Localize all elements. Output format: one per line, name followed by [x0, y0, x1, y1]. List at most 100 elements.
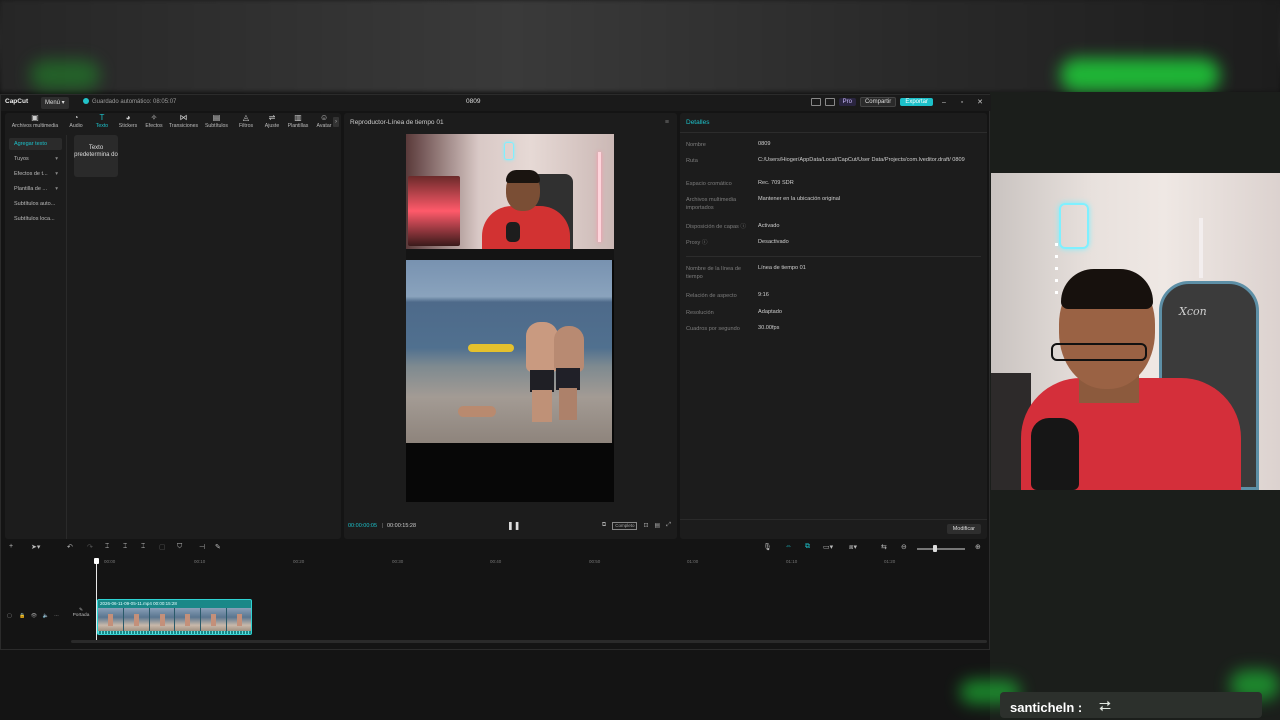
playhead[interactable]: [96, 558, 97, 640]
maximize-button[interactable]: ▫: [955, 99, 969, 106]
tool-audio[interactable]: ◔ Audio: [63, 113, 89, 133]
zoom-icon[interactable]: ⊡: [643, 522, 648, 530]
zoom-fit-icon[interactable]: ⇆: [881, 543, 887, 551]
side-item-text-effects[interactable]: Efectos de t... ▾: [9, 168, 62, 180]
side-item-yours[interactable]: Tuyos ▾: [9, 153, 62, 165]
crop-icon[interactable]: ⧉: [602, 522, 606, 530]
assets-panel: ▣ Archivos multimedia ◔ Audio T Texto ◕ Stic…: [5, 113, 341, 539]
tool-adjust[interactable]: ⇌ Ajuste: [259, 113, 285, 133]
microphone-icon[interactable]: 🎙: [763, 543, 772, 551]
track-controls: ▢ 🔒 👁 🔈 ⋯: [7, 613, 59, 619]
retweet-icon: ⮂: [1099, 698, 1112, 715]
pro-button[interactable]: Pro: [838, 98, 856, 106]
player-panel: Reproductor-Línea de tiempo 01 ≡ 00:00:0…: [344, 113, 677, 539]
auto-cut-icon[interactable]: ✎: [215, 543, 221, 551]
tool-label: Plantillas: [287, 123, 309, 129]
select-tool-icon[interactable]: ➤▾: [31, 543, 40, 551]
side-item-text-template[interactable]: Plantilla de ... ▾: [9, 183, 62, 195]
clip-thumbnail: [123, 608, 150, 631]
timeline-scrollbar[interactable]: [71, 640, 987, 643]
chevron-down-icon: ▾: [55, 186, 58, 192]
video-preview[interactable]: [406, 134, 614, 502]
capcut-logo: CapCut: [5, 98, 29, 105]
close-button[interactable]: ✕: [973, 98, 987, 106]
display-icon[interactable]: ▤: [655, 522, 661, 530]
freeze-icon[interactable]: ⊣: [199, 543, 205, 551]
toolbar-scroll-icon[interactable]: ›: [333, 117, 339, 127]
zoom-in-icon[interactable]: ⊕: [975, 543, 981, 551]
menu-icon[interactable]: ≡: [665, 119, 669, 126]
side-item-local-subtitles[interactable]: Subtítulos loca...: [9, 213, 62, 225]
redo-icon[interactable]: ↷: [87, 543, 93, 551]
detail-key: Proxy ⓘ: [686, 240, 708, 246]
magnet-icon[interactable]: ⧉: [805, 543, 810, 551]
fullscreen-icon[interactable]: ⤢: [666, 522, 671, 530]
video-clip[interactable]: 2026-06-11-09-05-11.mp4 00:00:15:28: [97, 599, 252, 635]
delete-icon[interactable]: ▢: [159, 543, 166, 551]
timeline-ruler[interactable]: 00:00 00:10 00:20 00:30 00:40 00:50 01:0…: [96, 559, 986, 569]
templates-icon: ▥: [294, 113, 302, 122]
shield-icon[interactable]: ⛉: [177, 543, 182, 551]
default-text-card[interactable]: Texto predetermina do: [74, 135, 118, 177]
menu-button[interactable]: Menú ▾: [41, 97, 69, 109]
cover-button[interactable]: ✎ Portada: [71, 605, 91, 627]
tool-stickers[interactable]: ◕ Stickers: [115, 113, 141, 133]
details-footer: [680, 519, 987, 539]
person-hair: [506, 170, 540, 183]
detail-key: Nombre de la línea de tiempo: [686, 266, 742, 280]
beach-footage: [406, 260, 612, 443]
playhead-handle[interactable]: [94, 558, 99, 564]
ratio-button[interactable]: Completo: [612, 522, 638, 530]
detail-key: Ruta: [686, 158, 698, 164]
tool-label: Filtros: [238, 123, 254, 129]
mute-icon[interactable]: 🔈: [43, 613, 49, 619]
neon-sign: [1059, 203, 1089, 249]
tool-filters[interactable]: ◬ Filtros: [233, 113, 259, 133]
zoom-slider[interactable]: [917, 548, 965, 550]
lock-track-icon[interactable]: 🔒: [19, 613, 25, 619]
snap-icon[interactable]: ⧈▾: [849, 543, 857, 552]
shortcut-icon[interactable]: [824, 98, 835, 106]
pc-case: [408, 176, 460, 246]
tool-transitions[interactable]: ⋈ Transiciones: [167, 113, 200, 133]
tool-templates[interactable]: ▥ Plantillas: [285, 113, 311, 133]
person-lying: [458, 406, 496, 417]
share-button[interactable]: Compartir: [859, 97, 897, 107]
split-right-icon[interactable]: ⌶: [141, 543, 145, 551]
timeline-toolbar: + ➤▾ ↶ ↷ ⌶ ⌶ ⌶ ▢ ⛉ ⊣ ✎ 🎙 ⇔ ⧉ ▭▾ ⧈▾ ⇆ ⊖ ⊕: [5, 543, 987, 555]
divider: [680, 132, 987, 133]
detail-value: Rec. 709 SDR: [758, 180, 794, 186]
pause-icon[interactable]: ❚❚: [507, 521, 520, 530]
modify-button[interactable]: Modificar: [946, 524, 981, 534]
zoom-out-icon[interactable]: ⊖: [901, 543, 907, 551]
detail-value: 9:16: [758, 292, 769, 298]
eye-icon[interactable]: 👁: [31, 613, 37, 619]
tool-label: Stickers: [118, 123, 138, 129]
undo-icon[interactable]: ↶: [67, 543, 73, 551]
lock-icon[interactable]: ▢: [7, 613, 12, 619]
tool-label: Avatar: [316, 123, 332, 129]
side-item-add-text[interactable]: Agregar texto: [9, 138, 62, 150]
preview-axis-icon[interactable]: ▭▾: [823, 543, 833, 551]
export-button[interactable]: Exportar: [900, 98, 933, 106]
clip-label: 2026-06-11-09-05-11.mp4 00:00:15:28: [100, 601, 177, 606]
tool-text[interactable]: T Texto: [89, 113, 115, 133]
shorts-1: [530, 370, 554, 392]
text-categories: Agregar texto Tuyos ▾ Efectos de t... ▾ Pl…: [5, 135, 67, 539]
layout-icon[interactable]: [810, 98, 821, 106]
filters-icon: ◬: [242, 113, 250, 122]
side-item-auto-subtitles[interactable]: Subtítulos auto...: [9, 198, 62, 210]
tool-effects[interactable]: ✧ Efectos: [141, 113, 167, 133]
add-icon[interactable]: +: [9, 543, 13, 550]
split-icon[interactable]: ⌶: [105, 543, 109, 551]
zoom-slider-handle[interactable]: [933, 545, 937, 552]
minimize-button[interactable]: –: [937, 99, 951, 106]
link-icon[interactable]: ⇔: [785, 543, 792, 550]
more-icon[interactable]: ⋯: [54, 613, 59, 619]
microphone: [1031, 418, 1079, 490]
category-toolbar: ▣ Archivos multimedia ◔ Audio T Texto ◕ Stic…: [5, 113, 341, 133]
tool-subtitles[interactable]: ▤ Subtítulos: [200, 113, 233, 133]
detail-key: Espacio cromático: [686, 181, 732, 187]
split-left-icon[interactable]: ⌶: [123, 543, 127, 551]
tool-media[interactable]: ▣ Archivos multimedia: [7, 113, 63, 133]
